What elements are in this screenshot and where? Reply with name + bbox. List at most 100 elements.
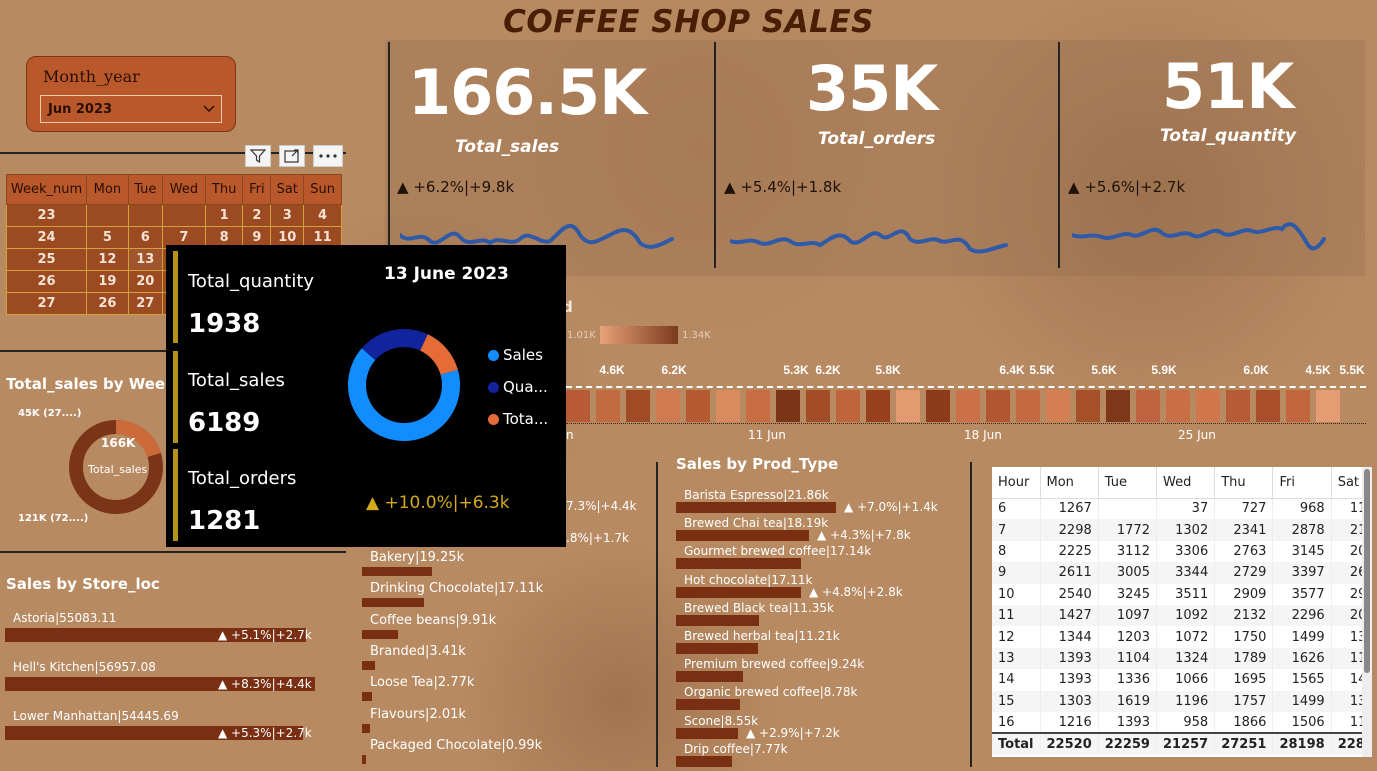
calendar-header[interactable]: Mon <box>86 174 129 205</box>
daily-sales-bar[interactable] <box>566 390 590 422</box>
up-triangle-icon: ▲ <box>218 726 232 740</box>
table-cell: 2187 <box>1331 519 1362 541</box>
category-bar[interactable] <box>362 567 432 576</box>
calendar-day-cell[interactable]: 20 <box>127 270 163 293</box>
calendar-day-cell[interactable]: 1 <box>204 204 244 227</box>
daily-sales-bar[interactable] <box>626 390 650 422</box>
daily-sales-bar[interactable] <box>596 390 620 422</box>
table-header[interactable]: Hour <box>992 467 1041 499</box>
prod-type-label: Brewed herbal tea|11.21k <box>684 629 840 643</box>
tooltip-date: 13 June 2023 <box>384 264 509 284</box>
calendar-day-cell[interactable] <box>161 204 206 227</box>
table-row: 8222531123306276331452094 <box>992 540 1362 563</box>
daily-sales-bar[interactable] <box>1226 390 1250 422</box>
table-scrollbar-thumb[interactable] <box>1364 469 1370 673</box>
table-header[interactable]: Fri <box>1272 467 1332 499</box>
legend-item-sales: Sales <box>488 346 543 364</box>
table-cell: 15 <box>992 690 1041 712</box>
daily-sales-bar[interactable] <box>1166 390 1190 422</box>
week-number-cell[interactable]: 24 <box>6 226 87 249</box>
table-header[interactable]: Sat <box>1331 467 1362 499</box>
daily-sales-bar[interactable] <box>716 390 740 422</box>
daily-sales-bar[interactable] <box>656 390 680 422</box>
hour-by-day-table[interactable]: HourMonTueWedThuFriSatS 6126737727968117… <box>992 467 1362 757</box>
tooltip: Total_quantity 1938 Total_sales 6189 Tot… <box>166 245 566 547</box>
daily-sales-bar[interactable] <box>986 390 1010 422</box>
calendar-header[interactable]: Sun <box>303 174 342 205</box>
week-number-cell[interactable]: 27 <box>6 292 87 315</box>
prod-type-bar[interactable] <box>676 727 738 739</box>
prod-type-bar[interactable] <box>676 614 759 626</box>
category-bar[interactable] <box>362 723 370 733</box>
daily-sales-bar[interactable] <box>896 390 920 422</box>
daily-sales-bar[interactable] <box>686 390 710 422</box>
daily-sales-bar[interactable] <box>1046 390 1070 422</box>
calendar-day-cell[interactable] <box>127 204 163 227</box>
calendar-day-cell[interactable]: 6 <box>127 226 163 249</box>
prod-type-bar[interactable] <box>676 558 801 570</box>
week-number-cell[interactable]: 26 <box>6 270 87 293</box>
calendar-day-cell[interactable]: 19 <box>86 270 129 293</box>
daily-sales-bar[interactable] <box>1196 390 1220 422</box>
category-bar[interactable] <box>362 629 398 639</box>
daily-sales-bar[interactable] <box>956 390 980 422</box>
prod-type-bar[interactable] <box>676 755 732 767</box>
daily-sales-bars: 4.6K 6.2K 5.3K 6.2K 5.8K 6.4K 5.5K 5.6K 5.9K 6.0K… <box>566 363 1365 422</box>
category-bar[interactable] <box>362 598 424 608</box>
daily-sales-bar[interactable] <box>926 390 950 422</box>
daily-sales-bar[interactable] <box>836 390 860 422</box>
calendar-day-cell[interactable]: 13 <box>127 248 163 271</box>
daily-sales-bar[interactable] <box>1286 390 1310 422</box>
filter-icon[interactable] <box>245 145 271 167</box>
month-year-dropdown[interactable]: Jun 2023 <box>40 95 222 123</box>
table-header[interactable]: Tue <box>1098 467 1157 499</box>
focus-mode-icon[interactable] <box>279 145 305 167</box>
daily-sales-bar[interactable] <box>746 390 770 422</box>
calendar-header[interactable]: Sat <box>270 174 305 205</box>
daily-sales-bar[interactable] <box>1106 390 1130 422</box>
calendar-day-cell[interactable]: 12 <box>86 248 129 271</box>
kpi-total-quantity-value: 51K <box>1162 50 1294 123</box>
table-header[interactable]: Wed <box>1156 467 1216 499</box>
category-bar[interactable] <box>362 692 372 702</box>
prod-type-bar[interactable] <box>676 586 801 598</box>
daily-sales-bar[interactable] <box>866 390 890 422</box>
calendar-header[interactable]: Thu <box>204 174 244 205</box>
calendar-day-cell[interactable]: 4 <box>303 204 342 227</box>
calendar-header[interactable]: Tue <box>127 174 163 205</box>
prod-type-trend: ▲ +7.0%|+1.4k <box>844 500 938 514</box>
daily-sales-bar[interactable] <box>1076 390 1100 422</box>
daily-sales-bar[interactable] <box>776 390 800 422</box>
table-cell: 3577 <box>1272 583 1332 605</box>
calendar-day-cell[interactable]: 2 <box>242 204 272 227</box>
prod-type-bar[interactable] <box>676 699 740 711</box>
bar-data-label: 5.3K <box>783 363 809 377</box>
daily-sales-bar[interactable] <box>1016 390 1040 422</box>
prod-type-bar[interactable] <box>676 643 758 654</box>
week-number-cell[interactable]: 25 <box>6 248 87 271</box>
calendar-day-cell[interactable]: 5 <box>86 226 129 249</box>
calendar-day-cell[interactable]: 27 <box>127 292 163 315</box>
divider <box>0 551 346 553</box>
calendar-header[interactable]: Wed <box>161 174 206 205</box>
prod-type-bar[interactable] <box>676 671 743 683</box>
kpi-total-orders-value: 35K <box>806 52 938 125</box>
prod-type-bar[interactable] <box>676 502 836 513</box>
daily-sales-bar[interactable] <box>806 390 830 422</box>
calendar-day-cell[interactable]: 3 <box>270 204 305 227</box>
category-bar[interactable] <box>362 660 375 670</box>
week-number-cell[interactable]: 23 <box>6 204 87 227</box>
category-bar[interactable] <box>362 754 366 764</box>
up-triangle-icon: ▲ <box>218 677 232 691</box>
table-header[interactable]: Mon <box>1040 467 1099 499</box>
daily-sales-bar[interactable] <box>1256 390 1280 422</box>
more-options-icon[interactable] <box>313 145 343 167</box>
calendar-day-cell[interactable]: 26 <box>86 292 129 315</box>
daily-sales-bar[interactable] <box>1316 390 1340 422</box>
calendar-header[interactable]: Week_num <box>6 174 87 205</box>
calendar-day-cell[interactable] <box>86 204 129 227</box>
daily-sales-bar[interactable] <box>1136 390 1160 422</box>
calendar-header[interactable]: Fri <box>242 174 272 205</box>
prod-type-bar[interactable] <box>676 530 809 542</box>
table-header[interactable]: Thu <box>1214 467 1274 499</box>
